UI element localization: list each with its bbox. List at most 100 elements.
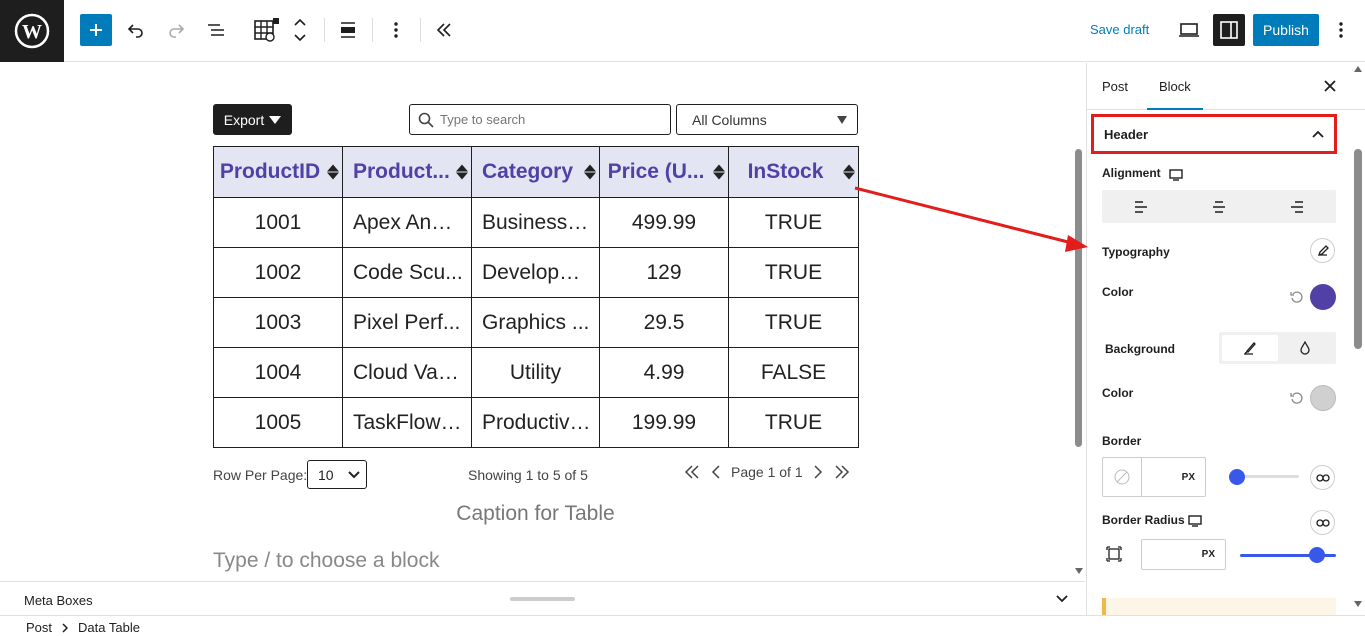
meta-boxes-panel[interactable]: Meta Boxes bbox=[0, 581, 1085, 615]
double-chevron-left-icon[interactable] bbox=[428, 14, 460, 46]
border-style-none-icon[interactable] bbox=[1103, 458, 1142, 496]
border-width-slider[interactable] bbox=[1237, 475, 1299, 478]
sort-icon[interactable] bbox=[584, 164, 596, 180]
sidebar-toggle-icon[interactable] bbox=[1213, 14, 1245, 46]
align-left-icon[interactable] bbox=[1102, 190, 1180, 223]
rows-per-page-select[interactable]: 10 bbox=[307, 460, 367, 489]
sort-icon[interactable] bbox=[456, 164, 468, 180]
sort-icon[interactable] bbox=[713, 164, 725, 180]
tab-post[interactable]: Post bbox=[1102, 79, 1128, 94]
table-row: 1001 Apex Anal... Business I... 499.99 T… bbox=[213, 197, 859, 248]
link-icon[interactable] bbox=[1310, 510, 1335, 535]
close-icon[interactable] bbox=[1320, 76, 1340, 96]
table-cell: Pixel Perf... bbox=[342, 297, 472, 348]
export-button[interactable]: Export bbox=[213, 104, 292, 135]
sort-icon[interactable] bbox=[843, 164, 855, 180]
scrollbar-thumb[interactable] bbox=[1075, 149, 1082, 447]
save-draft-button[interactable]: Save draft bbox=[1090, 22, 1149, 37]
background-color-label: Color bbox=[1102, 386, 1134, 400]
options-vertical-dots-icon[interactable] bbox=[1327, 14, 1355, 46]
table-cell: Apex Anal... bbox=[342, 197, 472, 248]
chevron-down-icon[interactable] bbox=[1056, 595, 1068, 603]
table-cell: Developm... bbox=[471, 247, 600, 298]
desktop-icon[interactable] bbox=[1188, 515, 1202, 527]
edit-typography-pencil-icon[interactable] bbox=[1310, 238, 1335, 263]
vertical-dots-icon[interactable] bbox=[380, 14, 412, 46]
desktop-preview-icon[interactable] bbox=[1173, 14, 1205, 46]
scrollbar-thumb[interactable] bbox=[1354, 149, 1362, 349]
breadcrumb-item[interactable]: Post bbox=[26, 620, 52, 635]
redo-icon[interactable] bbox=[160, 14, 192, 46]
chevron-up-down-icon[interactable] bbox=[288, 14, 312, 46]
next-page-icon[interactable] bbox=[813, 464, 823, 480]
column-filter-select[interactable]: All Columns bbox=[676, 104, 858, 135]
header-cell[interactable]: InStock bbox=[728, 146, 859, 198]
header-cell[interactable]: Category bbox=[471, 146, 600, 198]
table-cell: TRUE bbox=[728, 247, 859, 298]
breadcrumb: Post Data Table bbox=[0, 615, 1365, 636]
border-radius-input[interactable]: PX bbox=[1141, 539, 1226, 570]
breadcrumb-item[interactable]: Data Table bbox=[78, 620, 140, 635]
desktop-icon[interactable] bbox=[1169, 169, 1183, 181]
reset-icon[interactable] bbox=[1290, 391, 1304, 405]
align-center-icon[interactable] bbox=[1180, 190, 1258, 223]
text-color-label: Color bbox=[1102, 285, 1134, 299]
border-unit[interactable]: PX bbox=[1182, 472, 1195, 483]
table-row: 1005 TaskFlow ... Productivi... 199.99 T… bbox=[213, 397, 859, 448]
list-view-icon[interactable] bbox=[200, 14, 232, 46]
gradient-drop-icon[interactable] bbox=[1278, 335, 1334, 361]
text-color-swatch[interactable] bbox=[1310, 284, 1336, 310]
search-placeholder: Type to search bbox=[440, 112, 526, 127]
reset-icon[interactable] bbox=[1290, 290, 1304, 304]
slider-handle[interactable] bbox=[1308, 547, 1325, 563]
table-header-row: ProductID Product... Category Price (U..… bbox=[213, 146, 859, 198]
data-table-block-icon[interactable] bbox=[248, 14, 284, 46]
header-cell[interactable]: ProductID bbox=[213, 146, 343, 198]
publish-button[interactable]: Publish bbox=[1253, 14, 1319, 46]
table-cell: 199.99 bbox=[599, 397, 729, 448]
scroll-up-icon[interactable] bbox=[1354, 66, 1362, 72]
prev-page-icon[interactable] bbox=[711, 464, 721, 480]
table-cell: TRUE bbox=[728, 297, 859, 348]
slider-handle[interactable] bbox=[1229, 469, 1245, 485]
table-search-input[interactable]: Type to search bbox=[409, 104, 671, 135]
table-caption[interactable]: Caption for Table bbox=[213, 502, 858, 526]
alignment-label: Alignment bbox=[1102, 166, 1161, 180]
undo-icon[interactable] bbox=[120, 14, 152, 46]
search-icon bbox=[418, 112, 434, 128]
table-cell: 129 bbox=[599, 247, 729, 298]
brush-icon[interactable] bbox=[1222, 335, 1278, 361]
header-panel-toggle[interactable]: Header bbox=[1091, 114, 1337, 154]
align-icon[interactable] bbox=[332, 14, 364, 46]
radius-corners-icon[interactable] bbox=[1106, 546, 1122, 562]
table-cell: 1001 bbox=[213, 197, 343, 248]
radius-unit[interactable]: PX bbox=[1202, 549, 1215, 560]
header-cell[interactable]: Price (U... bbox=[599, 146, 729, 198]
canvas-scrollbar[interactable] bbox=[1072, 63, 1085, 581]
table-cell: 1004 bbox=[213, 347, 343, 398]
link-icon[interactable] bbox=[1310, 465, 1335, 490]
block-appender-placeholder[interactable]: Type / to choose a block bbox=[213, 549, 439, 573]
border-width-control[interactable]: PX bbox=[1102, 457, 1206, 497]
header-cell[interactable]: Product... bbox=[342, 146, 472, 198]
table-cell: Utility bbox=[471, 347, 600, 398]
alignment-button-group bbox=[1102, 190, 1336, 223]
tab-block[interactable]: Block bbox=[1147, 79, 1203, 110]
wordpress-logo-icon[interactable]: W bbox=[0, 0, 64, 62]
resize-handle[interactable] bbox=[510, 597, 575, 601]
align-right-icon[interactable] bbox=[1258, 190, 1336, 223]
export-label: Export bbox=[223, 111, 265, 128]
add-block-plus-icon[interactable] bbox=[80, 14, 112, 46]
chevron-down-icon bbox=[348, 470, 360, 478]
background-type-toggle bbox=[1219, 332, 1336, 364]
first-page-icon[interactable] bbox=[683, 464, 701, 480]
chevron-up-icon bbox=[1312, 130, 1324, 138]
svg-text:W: W bbox=[22, 21, 42, 43]
background-color-swatch[interactable] bbox=[1310, 385, 1336, 411]
scroll-down-icon[interactable] bbox=[1075, 568, 1083, 574]
last-page-icon[interactable] bbox=[833, 464, 851, 480]
sort-icon[interactable] bbox=[327, 164, 339, 180]
sidebar-scrollbar[interactable] bbox=[1351, 63, 1365, 615]
scroll-down-icon[interactable] bbox=[1354, 601, 1362, 607]
block-settings-sidebar: Post Block Header Alignment Typography C… bbox=[1086, 63, 1365, 615]
